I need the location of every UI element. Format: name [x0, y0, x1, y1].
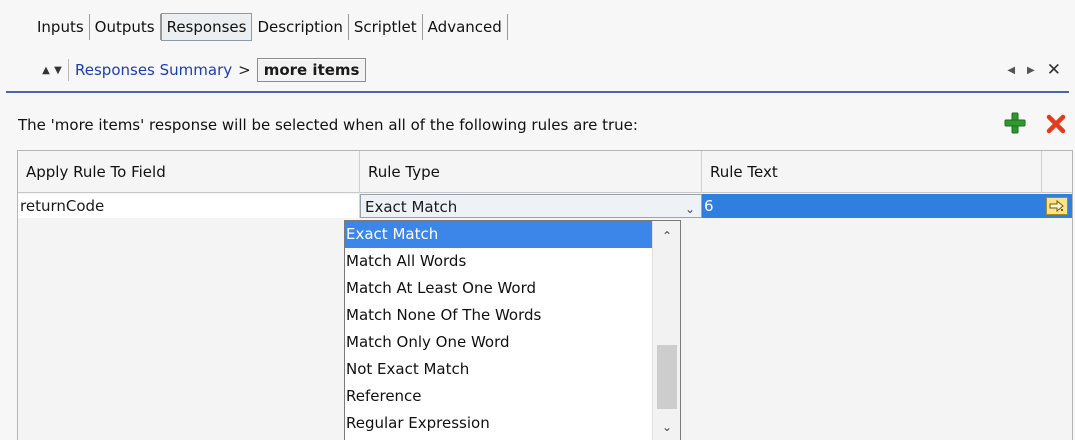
- breadcrumb-divider: [68, 59, 69, 81]
- chevron-up-icon[interactable]: ⌃: [653, 226, 681, 246]
- header-divider: [6, 91, 1069, 93]
- chevron-down-icon[interactable]: ⌄: [653, 417, 681, 437]
- dropdown-option[interactable]: Reference: [345, 383, 652, 410]
- triangle-up-icon[interactable]: ▲: [40, 65, 52, 76]
- edit-arrow-icon: [1046, 197, 1068, 215]
- tab-description[interactable]: Description: [252, 14, 349, 40]
- rule-text-edit-button[interactable]: [1042, 194, 1072, 218]
- chevron-down-icon[interactable]: ⌄: [685, 197, 695, 221]
- column-header-rule-type[interactable]: Rule Type: [360, 151, 702, 193]
- rules-description: The 'more items' response will be select…: [18, 116, 638, 134]
- dropdown-option[interactable]: Match None Of The Words: [345, 302, 652, 329]
- tab-outputs[interactable]: Outputs: [90, 14, 161, 40]
- tab-advanced[interactable]: Advanced: [423, 14, 508, 40]
- dropdown-option[interactable]: Exact Match: [345, 221, 652, 248]
- tab-inputs[interactable]: Inputs: [32, 14, 90, 40]
- dropdown-option[interactable]: Regular Expression: [345, 410, 652, 437]
- breadcrumb-separator: >: [238, 61, 251, 79]
- dropdown-scrollbar[interactable]: ⌃ ⌄: [652, 221, 680, 440]
- column-header-rule-text[interactable]: Rule Text: [702, 151, 1042, 193]
- table-row[interactable]: returnCode Exact Match ⌄ 6: [18, 194, 1072, 218]
- delete-x-icon[interactable]: [1046, 114, 1066, 134]
- plus-icon[interactable]: [1004, 112, 1026, 134]
- dropdown-option[interactable]: Not Exact Match: [345, 356, 652, 383]
- breadcrumb: ▲ ▼ Responses Summary > more items: [40, 56, 367, 84]
- triangle-left-icon[interactable]: ◀: [1007, 65, 1015, 76]
- triangle-down-icon[interactable]: ▼: [52, 65, 64, 76]
- rule-type-select[interactable]: Exact Match ⌄: [360, 194, 702, 218]
- table-header: Apply Rule To Field Rule Type Rule Text: [18, 151, 1072, 193]
- field-cell[interactable]: returnCode: [18, 194, 360, 218]
- breadcrumb-link-responses-summary[interactable]: Responses Summary: [75, 61, 232, 79]
- scrollbar-thumb[interactable]: [657, 345, 677, 409]
- dropdown-option[interactable]: Match Only One Word: [345, 329, 652, 356]
- breadcrumb-current[interactable]: more items: [256, 58, 367, 82]
- dropdown-option[interactable]: Match At Least One Word: [345, 275, 652, 302]
- tab-scriptlet[interactable]: Scriptlet: [349, 14, 423, 40]
- rule-text-input[interactable]: 6: [702, 194, 1042, 218]
- tab-responses[interactable]: Responses: [160, 13, 253, 41]
- dropdown-option[interactable]: Match All Words: [345, 248, 652, 275]
- dropdown-list: Exact Match Match All Words Match At Least…: [345, 221, 652, 437]
- rule-type-dropdown[interactable]: Exact Match Match All Words Match At Least…: [344, 220, 681, 440]
- tab-bar: Inputs Outputs Responses Description Scr…: [32, 12, 508, 42]
- rule-type-value: Exact Match: [365, 198, 458, 216]
- column-header-field[interactable]: Apply Rule To Field: [18, 151, 360, 193]
- editor-nav: ◀ ▶ ✕: [1007, 60, 1061, 80]
- close-icon[interactable]: ✕: [1047, 60, 1061, 80]
- triangle-right-icon[interactable]: ▶: [1027, 65, 1035, 76]
